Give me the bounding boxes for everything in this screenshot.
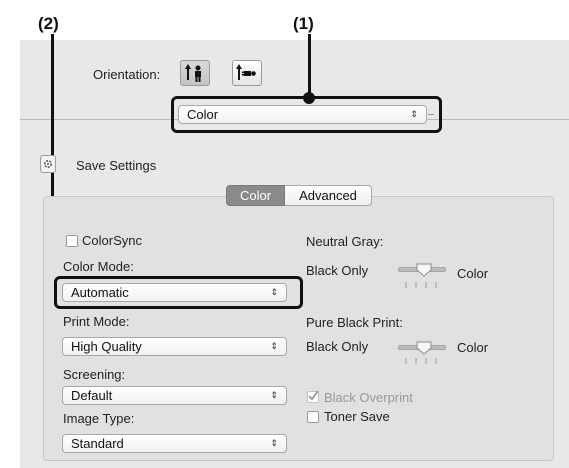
- black-overprint-checkbox[interactable]: [307, 390, 319, 403]
- tab-color[interactable]: Color: [226, 185, 285, 206]
- portrait-person-icon: [185, 64, 201, 82]
- pure-black-print-ticks: [405, 358, 437, 364]
- color-mode-label: Color Mode:: [63, 259, 134, 274]
- save-settings-button[interactable]: [40, 155, 56, 173]
- toner-save-label: Toner Save: [324, 409, 390, 424]
- callout-1-leader: [308, 34, 311, 97]
- select-arrows-icon: ⇕: [410, 109, 418, 119]
- pure-black-print-right-label: Color: [457, 340, 489, 355]
- callout-1-dot: [303, 92, 315, 104]
- tab-advanced[interactable]: Advanced: [285, 185, 372, 206]
- image-type-select[interactable]: Standard ⇕: [62, 434, 287, 453]
- neutral-gray-right-label: Color: [457, 266, 489, 281]
- screening-select[interactable]: Default ⇕: [62, 386, 287, 405]
- print-mode-select[interactable]: High Quality ⇕: [62, 337, 287, 356]
- gear-icon: [43, 160, 53, 169]
- panel-select-stub: [428, 114, 434, 115]
- select-arrows-icon: ⇕: [270, 438, 278, 448]
- panel-select[interactable]: Color ⇕: [178, 105, 427, 124]
- pure-black-print-left-label: Black Only: [306, 339, 369, 354]
- neutral-gray-label: Neutral Gray:: [306, 234, 384, 249]
- toner-save-checkbox[interactable]: [307, 411, 319, 423]
- callout-2: (2): [38, 14, 59, 33]
- save-settings-label: Save Settings: [76, 158, 157, 173]
- landscape-orientation-button[interactable]: [232, 60, 262, 86]
- colorsync-checkbox[interactable]: [66, 235, 78, 247]
- select-arrows-icon: ⇕: [270, 341, 278, 351]
- select-arrows-icon: ⇕: [270, 287, 278, 297]
- image-type-label: Image Type:: [63, 411, 135, 426]
- screening-label: Screening:: [63, 367, 126, 382]
- landscape-person-icon: [236, 64, 256, 80]
- select-arrows-icon: ⇕: [270, 390, 278, 400]
- color-mode-value: Automatic: [71, 285, 129, 300]
- print-mode-value: High Quality: [71, 339, 142, 354]
- neutral-gray-slider-knob[interactable]: [416, 263, 432, 277]
- checkmark-icon: [308, 390, 319, 401]
- color-mode-select[interactable]: Automatic ⇕: [62, 283, 287, 302]
- portrait-orientation-button[interactable]: [180, 60, 210, 86]
- neutral-gray-left-label: Black Only: [306, 263, 369, 278]
- callout-1: (1): [293, 14, 314, 33]
- image-type-value: Standard: [71, 436, 124, 451]
- colorsync-label: ColorSync: [82, 233, 142, 248]
- pure-black-print-slider-knob[interactable]: [416, 341, 432, 355]
- print-mode-label: Print Mode:: [63, 314, 130, 329]
- orientation-label: Orientation:: [93, 67, 161, 82]
- neutral-gray-ticks: [405, 282, 437, 288]
- panel-select-value: Color: [187, 107, 219, 122]
- pure-black-print-label: Pure Black Print:: [306, 315, 403, 330]
- black-overprint-label: Black Overprint: [324, 390, 413, 405]
- screening-value: Default: [71, 388, 113, 403]
